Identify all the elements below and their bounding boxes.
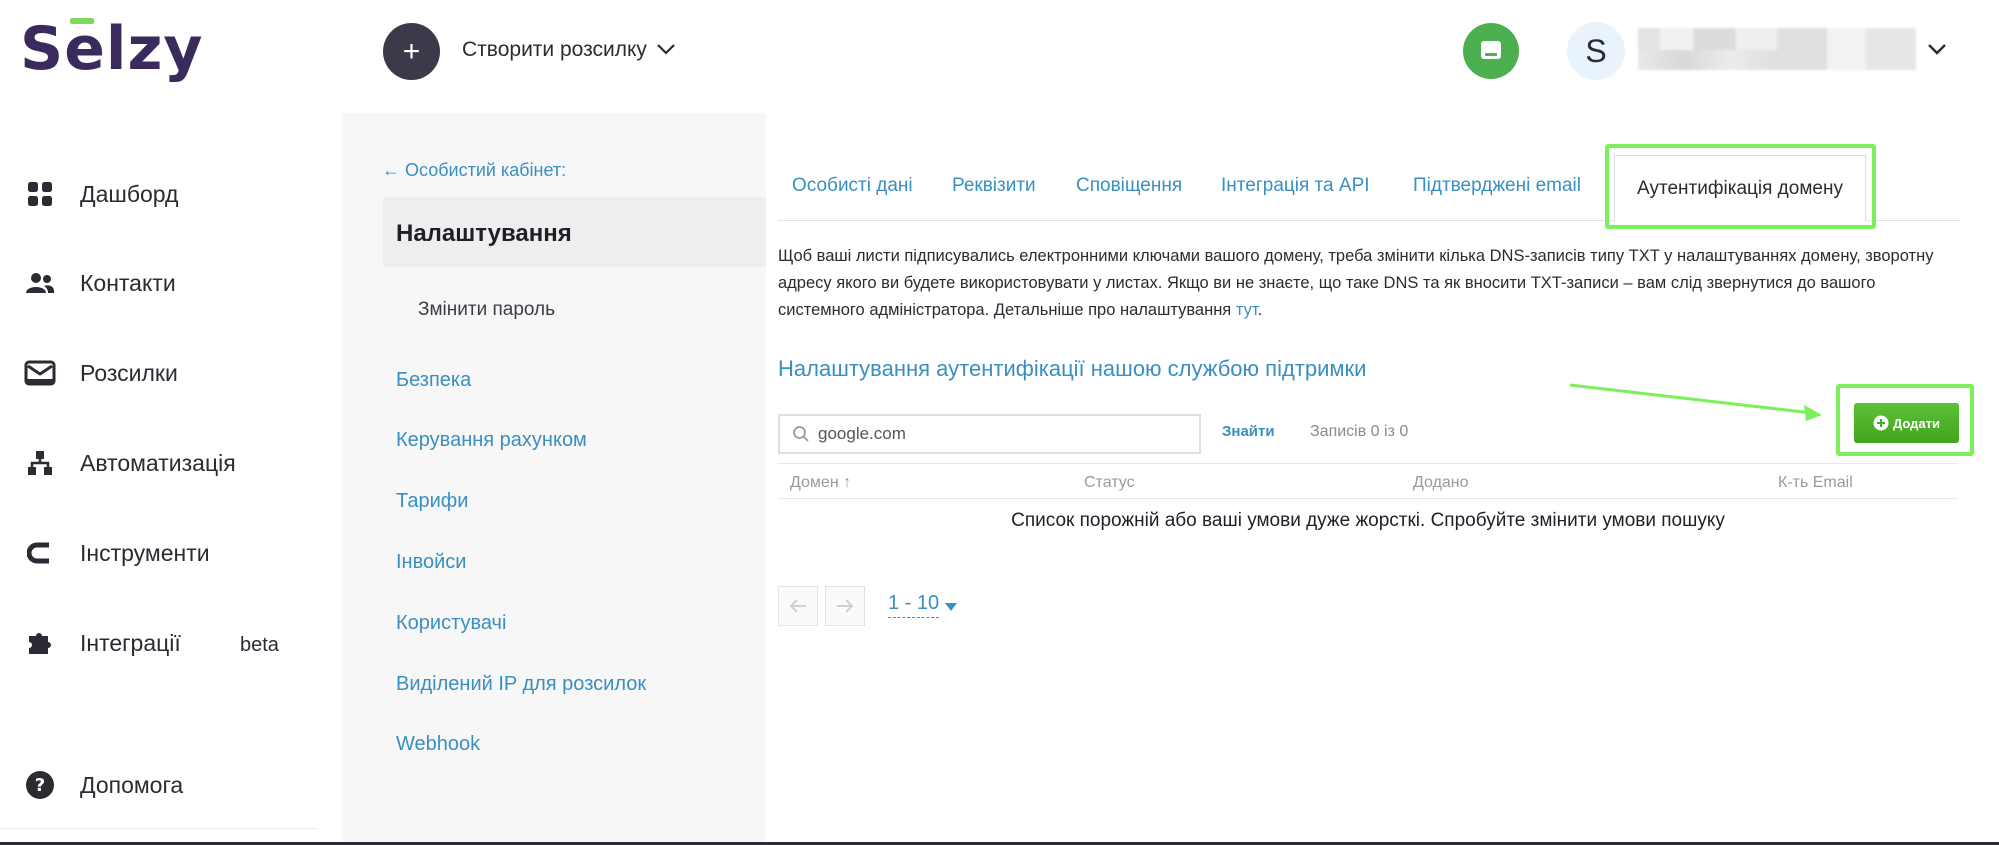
tab-personal-data[interactable]: Особисті дані <box>792 175 913 197</box>
settings-link-account[interactable]: Керування рахунком <box>396 429 587 452</box>
create-campaign-label[interactable]: Створити розсилку <box>462 38 647 62</box>
sidebar-item-contacts[interactable]: Контакти <box>24 263 176 303</box>
top-header: Selzy + Створити розсилку S <box>0 0 1999 105</box>
change-password-link[interactable]: Змінити пароль <box>418 299 555 321</box>
back-to-cabinet-link[interactable]: ← Особистий кабінет: <box>382 160 566 181</box>
tools-icon <box>24 537 56 569</box>
annotation-arrow <box>1569 383 1822 421</box>
prev-page-button[interactable] <box>778 586 818 626</box>
logo-accent-bar <box>70 18 95 24</box>
tab-requisites[interactable]: Реквізити <box>952 175 1036 197</box>
chevron-down-icon[interactable] <box>1925 37 1949 61</box>
selzy-logo[interactable]: Selzy <box>20 14 204 84</box>
sidebar-item-integrations[interactable]: Інтеграції <box>24 623 181 663</box>
mail-icon <box>24 357 56 389</box>
per-page-selector[interactable]: 1 - 10 <box>888 592 940 618</box>
domain-search-input[interactable] <box>818 424 1178 444</box>
create-campaign-button[interactable]: + <box>383 23 440 80</box>
column-status[interactable]: Статус <box>1084 474 1135 492</box>
dashboard-icon <box>24 178 56 210</box>
sidebar-item-help[interactable]: ? Допомога <box>24 765 183 805</box>
chat-icon <box>1481 41 1501 59</box>
chat-button[interactable] <box>1463 23 1519 79</box>
settings-link-users[interactable]: Користувачі <box>396 612 506 635</box>
help-icon: ? <box>24 769 56 801</box>
next-page-button[interactable] <box>825 586 865 626</box>
tab-confirmed-email[interactable]: Підтверджені email <box>1413 175 1581 197</box>
records-count: Записів 0 із 0 <box>1310 423 1409 440</box>
beta-badge: beta <box>240 634 279 656</box>
tab-notifications[interactable]: Сповіщення <box>1076 175 1182 197</box>
settings-link-dedicated-ip[interactable]: Виділений IP для розсилок <box>396 673 646 696</box>
caret-down-icon[interactable] <box>944 602 958 612</box>
svg-text:?: ? <box>35 775 45 796</box>
domains-table-header: Домен ↑ Статус Додано К-ть Email <box>778 463 1958 499</box>
sidebar-divider <box>0 828 318 829</box>
sidebar-item-dashboard[interactable]: Дашборд <box>24 174 178 214</box>
user-name-blurred[interactable] <box>1638 28 1916 70</box>
settings-title: Налаштування <box>396 220 572 247</box>
main-sidebar: Дашборд Контакти Розсилки Автоматизація … <box>0 105 318 845</box>
settings-link-security[interactable]: Безпека <box>396 369 471 392</box>
user-avatar[interactable]: S <box>1567 22 1625 80</box>
settings-link-invoices[interactable]: Інвойси <box>396 551 466 574</box>
arrow-right-icon <box>837 599 854 613</box>
arrow-left-icon <box>789 599 806 613</box>
settings-link-tariffs[interactable]: Тарифи <box>396 490 468 513</box>
sidebar-item-campaigns[interactable]: Розсилки <box>24 353 178 393</box>
column-added[interactable]: Додано <box>1413 474 1469 492</box>
details-link[interactable]: тут <box>1236 301 1258 319</box>
contacts-icon <box>24 267 56 299</box>
section-title: Налаштування аутентифікації нашою службо… <box>778 356 1367 381</box>
find-button[interactable]: Знайти <box>1222 423 1275 440</box>
plus-icon: + <box>402 34 421 68</box>
column-email-count[interactable]: К-ть Email <box>1778 474 1853 492</box>
column-domain[interactable]: Домен ↑ <box>790 474 851 492</box>
automation-icon <box>24 447 56 479</box>
sidebar-item-tools[interactable]: Інструменти <box>24 533 210 573</box>
settings-link-webhook[interactable]: Webhook <box>396 733 480 756</box>
domain-search-box[interactable] <box>778 414 1201 454</box>
puzzle-icon <box>24 627 56 659</box>
sidebar-item-automation[interactable]: Автоматизація <box>24 443 236 483</box>
tab-highlight-frame <box>1605 144 1876 229</box>
domain-auth-description: Щоб ваші листи підписувались електронним… <box>778 247 1934 319</box>
tab-integration-api[interactable]: Інтеграція та API <box>1221 175 1370 197</box>
chevron-down-icon[interactable] <box>655 38 677 60</box>
empty-list-message: Список порожній або ваші умови дуже жорс… <box>1011 510 1725 531</box>
search-icon <box>793 426 809 442</box>
add-button-highlight-frame <box>1836 384 1974 456</box>
